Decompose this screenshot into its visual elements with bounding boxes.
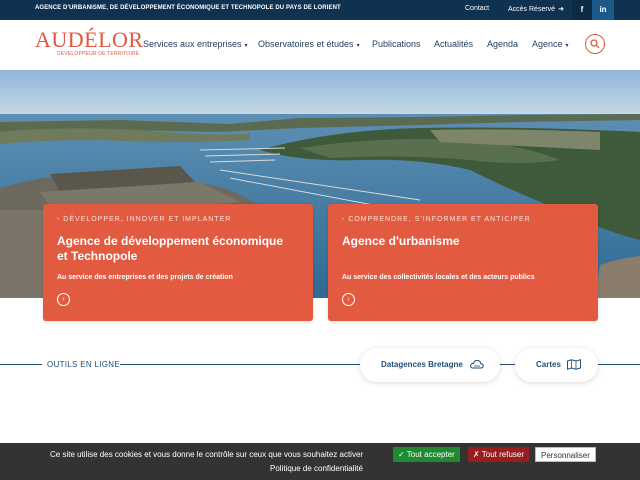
chevron-down-icon: ▾	[356, 43, 360, 49]
customize-button[interactable]: Personnaliser	[535, 447, 596, 462]
cloud-icon	[470, 359, 484, 369]
cookie-message: Ce site utilise des cookies et vous donn…	[50, 450, 364, 459]
audelor-logo[interactable]: AUDÉLOR DÉVELOPPEUR DE TERRITOIRE	[35, 27, 144, 58]
top-bar: AGENCE D'URBANISME, DE DÉVELOPPEMENT ÉCO…	[0, 0, 640, 20]
login-icon: ➜	[558, 6, 564, 13]
card-kicker: - COMPRENDRE, S'INFORMER ET ANTICIPER	[342, 216, 531, 223]
nav-agenda[interactable]: Agenda	[487, 39, 518, 49]
nav-label: Agenda	[487, 39, 519, 49]
logo-wordmark: AUDÉLOR	[35, 27, 144, 52]
nav-publications[interactable]: Publications	[372, 39, 421, 49]
chevron-down-icon: ▾	[244, 43, 248, 49]
nav-label: Actualités	[434, 39, 474, 49]
logo-subtitle: DÉVELOPPEUR DE TERRITOIRE	[57, 51, 140, 57]
nav-observatoires-etudes[interactable]: Observatoires et études ▾	[258, 39, 360, 49]
nav-label: Services aux entreprises	[143, 39, 242, 49]
card-urbanism[interactable]: - COMPRENDRE, S'INFORMER ET ANTICIPER Ag…	[328, 204, 598, 321]
nav-label: Observatoires et études	[258, 39, 354, 49]
refuse-all-button[interactable]: ✗ Tout refuser	[468, 447, 530, 462]
map-icon	[567, 359, 581, 370]
accept-all-button[interactable]: ✓ Tout accepter	[393, 447, 460, 462]
link-label: Datagences Bretagne	[381, 360, 463, 369]
divider	[0, 364, 42, 365]
facebook-icon[interactable]: f	[572, 0, 592, 20]
main-header: AUDÉLOR DÉVELOPPEUR DE TERRITOIRE Servic…	[0, 20, 640, 70]
arrow-right-icon[interactable]: ›	[57, 293, 70, 306]
nav-label: Agence	[532, 39, 563, 49]
card-description: Au service des collectivités locales et …	[342, 274, 535, 281]
cartes-link[interactable]: Cartes	[515, 348, 598, 382]
privacy-policy-link[interactable]: Politique de confidentialité	[270, 464, 363, 473]
search-icon	[590, 39, 600, 49]
chevron-down-icon: ▾	[565, 43, 569, 49]
reserved-access-link[interactable]: Accès Réservé ➜	[508, 5, 564, 13]
card-economic-development[interactable]: - DÉVELOPPER, INNOVER ET IMPLANTER Agenc…	[43, 204, 313, 321]
cookie-banner: Ce site utilise des cookies et vous donn…	[0, 443, 640, 480]
online-tools-title: OUTILS EN LIGNE	[47, 360, 120, 369]
nav-services-entreprises[interactable]: Services aux entreprises ▾	[143, 39, 248, 49]
card-description: Au service des entreprises et des projet…	[57, 274, 233, 281]
contact-link[interactable]: Contact	[465, 5, 489, 12]
card-title: Agence d'urbanisme	[342, 234, 460, 248]
agency-tagline: AGENCE D'URBANISME, DE DÉVELOPPEMENT ÉCO…	[35, 5, 341, 11]
card-kicker: - DÉVELOPPER, INNOVER ET IMPLANTER	[57, 216, 232, 223]
nav-actualites[interactable]: Actualités	[434, 39, 473, 49]
nav-label: Publications	[372, 39, 421, 49]
reserved-access-label: Accès Réservé	[508, 6, 556, 13]
card-title: Agence de développement économique et Te…	[57, 234, 284, 263]
link-label: Cartes	[536, 360, 561, 369]
search-button[interactable]	[585, 34, 605, 54]
linkedin-icon[interactable]: in	[592, 0, 614, 20]
datagences-bretagne-link[interactable]: Datagences Bretagne	[360, 348, 500, 382]
arrow-right-icon[interactable]: ›	[342, 293, 355, 306]
nav-agence[interactable]: Agence ▾	[532, 39, 569, 49]
